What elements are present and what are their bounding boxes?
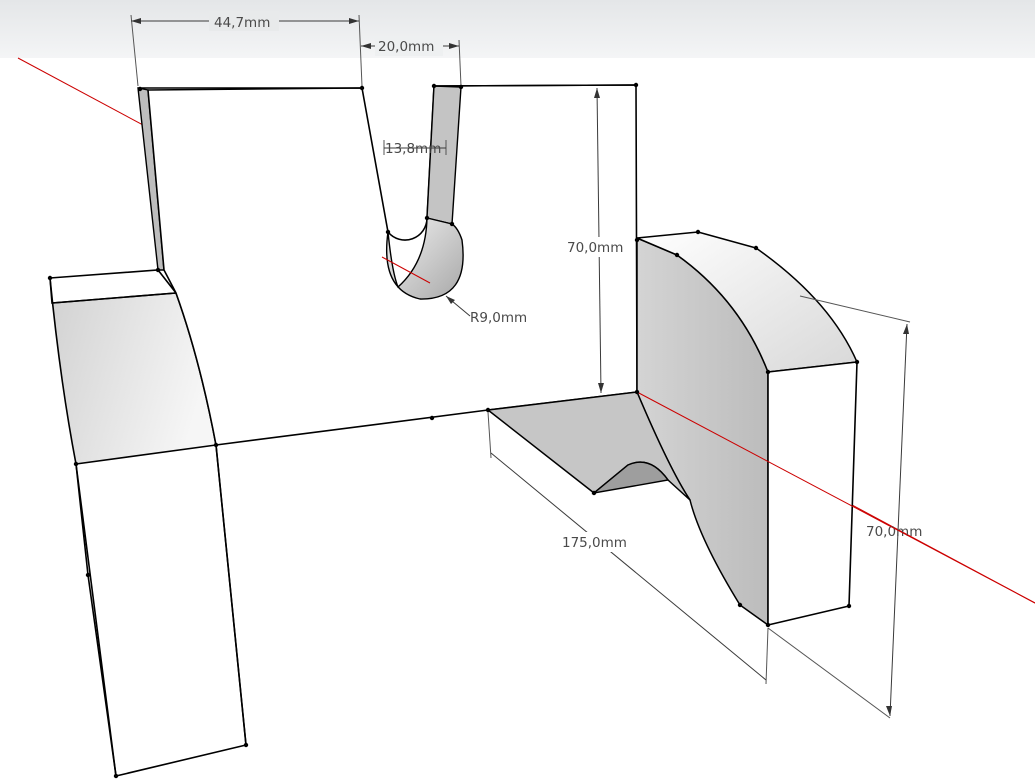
model-canvas[interactable]: 44,7mm 20,0mm 13,8mm 70,0mm R9,0mm 175,0… xyxy=(0,0,1035,783)
dimension-label: R9,0mm xyxy=(470,310,527,326)
sketchup-viewport[interactable]: 44,7mm 20,0mm 13,8mm 70,0mm R9,0mm 175,0… xyxy=(0,0,1035,783)
dimension-label: 13,8mm xyxy=(385,141,441,157)
dimension-label: 70,0mm xyxy=(567,240,623,256)
dimension-13-8[interactable]: 13,8mm xyxy=(383,140,447,157)
plate-top-edge-right xyxy=(433,84,637,87)
dimension-label: 70,0mm xyxy=(866,524,922,540)
dimension-label: 20,0mm xyxy=(378,39,434,55)
dimension-label: 44,7mm xyxy=(214,15,270,31)
sky-background xyxy=(0,0,1035,58)
dimension-label: 175,0mm xyxy=(562,535,627,551)
right-block-front-face xyxy=(767,361,858,626)
